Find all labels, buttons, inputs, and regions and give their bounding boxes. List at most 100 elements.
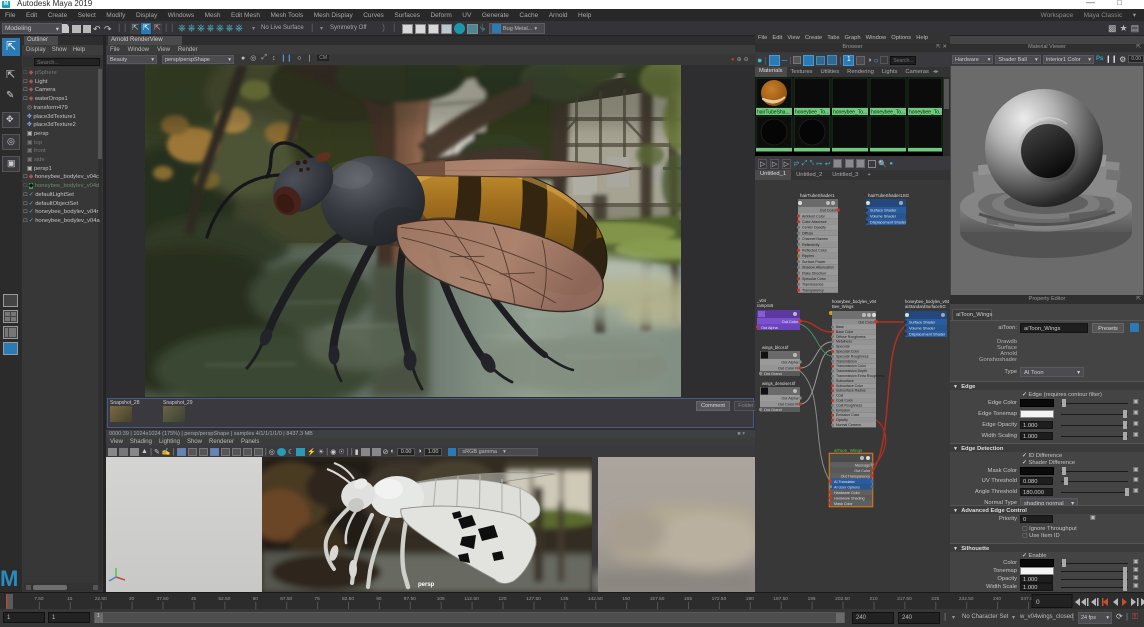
svg-text:Message: Message — [855, 463, 870, 467]
svg-text:Surface Shader: Surface Shader — [870, 209, 897, 213]
svg-text:Surface Power: Surface Power — [802, 260, 826, 264]
svg-text:52.50: 52.50 — [218, 596, 230, 602]
svg-text:Surface Shader: Surface Shader — [909, 321, 936, 325]
svg-text:37.50: 37.50 — [156, 596, 168, 602]
svg-text:157.50: 157.50 — [650, 596, 665, 602]
svg-text:Center Opacity: Center Opacity — [802, 226, 826, 230]
svg-text:Specular Color: Specular Color — [836, 350, 860, 354]
svg-text:wings_blcor.tif: wings_blcor.tif — [762, 345, 789, 350]
svg-text:Opacity: Opacity — [836, 418, 848, 422]
svg-text:Out Color: Out Color — [854, 469, 871, 473]
svg-text:180: 180 — [746, 596, 754, 602]
svg-text:Hardware Shading: Hardware Shading — [834, 496, 865, 500]
svg-text:187.50: 187.50 — [773, 596, 788, 602]
svg-text:202.50: 202.50 — [835, 596, 850, 602]
svg-text:Translucence: Translucence — [802, 283, 823, 287]
svg-text:225: 225 — [931, 596, 939, 602]
svg-text:Out Alpha: Out Alpha — [781, 361, 799, 365]
svg-text:Coat: Coat — [836, 394, 843, 398]
svg-text:Transparency: Transparency — [802, 288, 824, 292]
svg-text:Specular: Specular — [836, 345, 851, 349]
svg-text:75: 75 — [314, 596, 320, 602]
svg-text:Mask Color: Mask Color — [834, 502, 853, 506]
svg-text:Transmission Extra Roughness: Transmission Extra Roughness — [836, 374, 885, 378]
svg-text:22.50: 22.50 — [95, 596, 107, 602]
svg-text:82.50: 82.50 — [342, 596, 354, 602]
svg-text:232.50: 232.50 — [959, 596, 974, 602]
svg-text:Color Absornce: Color Absornce — [802, 220, 827, 224]
svg-text:Volume Shader: Volume Shader — [870, 215, 897, 219]
svg-text:90: 90 — [376, 596, 382, 602]
svg-text:60: 60 — [253, 596, 259, 602]
svg-text:67.50: 67.50 — [280, 596, 292, 602]
svg-text:Out Alpha: Out Alpha — [761, 326, 779, 330]
svg-text:Out Color: Out Color — [858, 320, 875, 324]
svg-text:Emission: Emission — [836, 408, 850, 412]
svg-text:Reflected Color: Reflected Color — [802, 249, 828, 253]
svg-text:Specular Roughness: Specular Roughness — [836, 354, 869, 358]
svg-text:127.50: 127.50 — [526, 596, 541, 602]
svg-text:Displacement Shader: Displacement Shader — [870, 221, 907, 225]
svg-text:hairTubeShader1: hairTubeShader1 — [800, 193, 835, 198]
svg-text:240: 240 — [993, 596, 1001, 602]
svg-text:Ripples: Ripples — [802, 254, 814, 258]
svg-text:112.50: 112.50 — [464, 596, 479, 602]
svg-text:Subsurface: Subsurface — [836, 379, 854, 383]
svg-text:217.50: 217.50 — [897, 596, 912, 602]
svg-text:persp: persp — [418, 582, 435, 588]
svg-text:142.50: 142.50 — [588, 596, 603, 602]
svg-text:hairTubeShader1SG: hairTubeShader1SG — [868, 193, 910, 198]
svg-text:honeybee_To...: honeybee_To... — [909, 110, 943, 116]
svg-text:aiToon_Wings: aiToon_Wings — [834, 448, 863, 453]
svg-text:Metalness: Metalness — [836, 340, 852, 344]
svg-text:Diffuse: Diffuse — [802, 231, 813, 235]
svg-text:Transmission Color: Transmission Color — [836, 364, 867, 368]
svg-text:Normal Camera: Normal Camera — [836, 423, 861, 427]
svg-text:120: 120 — [498, 596, 506, 602]
svg-text:97.50: 97.50 — [404, 596, 416, 602]
svg-text:Reflectivity: Reflectivity — [802, 243, 820, 247]
svg-text:Volume Shader: Volume Shader — [909, 327, 936, 331]
svg-text:135: 135 — [560, 596, 568, 602]
svg-text:Shadow Attenuation: Shadow Attenuation — [802, 266, 834, 270]
svg-text:Coat Roughness: Coat Roughness — [836, 403, 862, 407]
svg-text:Out Transparency: Out Transparency — [841, 474, 870, 478]
svg-text:wings_denoiser.tif: wings_denoiser.tif — [762, 381, 796, 386]
svg-text:Out Grand: Out Grand — [764, 408, 782, 412]
svg-text:AI User Options: AI User Options — [834, 485, 860, 489]
svg-text:aiStandardSurfaceSG: aiStandardSurfaceSG — [905, 304, 946, 309]
svg-text:Emission Color: Emission Color — [836, 413, 860, 417]
svg-text:ramp4x5: ramp4x5 — [757, 303, 774, 308]
svg-text:165: 165 — [684, 596, 692, 602]
svg-text:honeybee_To...: honeybee_To... — [871, 110, 905, 116]
svg-text:Transmission Depth: Transmission Depth — [836, 369, 867, 373]
svg-text:45: 45 — [191, 596, 197, 602]
svg-text:honeybee_To...: honeybee_To... — [833, 110, 867, 116]
svg-text:15: 15 — [67, 596, 73, 602]
svg-text:Ambient Color: Ambient Color — [802, 214, 826, 218]
svg-text:172.50: 172.50 — [712, 596, 727, 602]
svg-text:210: 210 — [869, 596, 877, 602]
svg-text:Channel Names: Channel Names — [802, 237, 828, 241]
svg-text:Specular Color: Specular Color — [802, 277, 827, 281]
svg-text:Out Color R: Out Color R — [778, 367, 798, 371]
svg-text:Diffuse Roughness: Diffuse Roughness — [836, 335, 866, 339]
svg-text:Out Color: Out Color — [782, 320, 799, 324]
svg-text:Flake Direction: Flake Direction — [802, 271, 826, 275]
svg-text:150: 150 — [622, 596, 630, 602]
svg-text:Displacement Shader: Displacement Shader — [909, 333, 946, 337]
svg-text:hairTubeSha...: hairTubeSha... — [757, 110, 790, 116]
svg-text:195: 195 — [808, 596, 816, 602]
svg-text:Transmission: Transmission — [836, 359, 857, 363]
svg-text:Out Color R: Out Color R — [778, 403, 798, 407]
svg-text:Out Grand: Out Grand — [764, 372, 782, 376]
svg-text:honeybee_To...: honeybee_To... — [795, 110, 829, 116]
svg-text:Subsurface Color: Subsurface Color — [836, 384, 864, 388]
svg-text:Coat Color: Coat Color — [836, 399, 854, 403]
svg-text:Subsurface Radius: Subsurface Radius — [836, 389, 866, 393]
svg-text:Out Alpha: Out Alpha — [781, 397, 799, 401]
svg-text:Base: Base — [836, 325, 844, 329]
svg-text:7.50: 7.50 — [34, 596, 44, 602]
svg-text:AI Translator: AI Translator — [834, 480, 856, 484]
svg-text:105: 105 — [437, 596, 445, 602]
